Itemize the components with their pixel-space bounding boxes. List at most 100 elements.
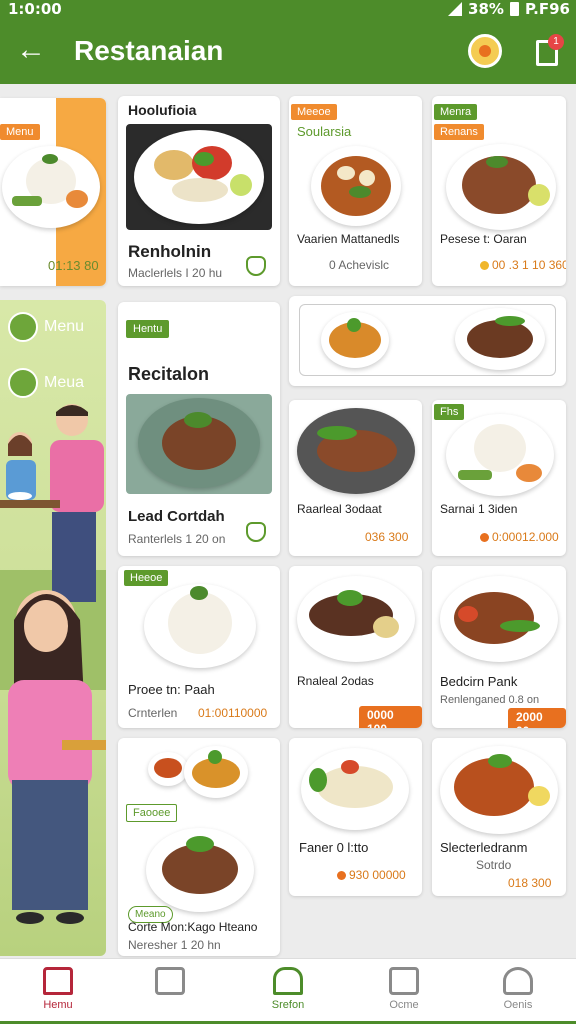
dish-tag: Menra bbox=[434, 104, 478, 120]
battery-icon bbox=[509, 2, 519, 16]
dish-tag: Heeoe bbox=[124, 570, 169, 586]
profile-icon bbox=[503, 967, 533, 995]
dish-subtitle: Ranterlels 1 20 on bbox=[128, 532, 226, 546]
dish-tag: Faooee bbox=[126, 804, 178, 822]
status-icons: 38% P.F96 bbox=[448, 0, 570, 18]
side-menu: Menu Meua bbox=[0, 300, 106, 956]
nav-profile[interactable]: Oenis bbox=[478, 967, 558, 1011]
dish-subtitle: Renlenganed 0.8 on bbox=[440, 694, 540, 706]
dish-name: Vaarien Mattanedls bbox=[297, 232, 400, 246]
menu-icon bbox=[8, 312, 38, 342]
beef-stirfry-image bbox=[455, 308, 545, 370]
nav-bag[interactable]: Ocme bbox=[364, 967, 444, 1011]
dish-name: Corte Mon:Kago Hteano bbox=[128, 920, 258, 934]
status-extra: P.F96 bbox=[524, 0, 570, 18]
noodle-plate-image bbox=[440, 746, 558, 834]
dish-photo bbox=[126, 124, 272, 230]
nav-label: Ocme bbox=[389, 999, 419, 1011]
side-menu-item-menu[interactable]: Menu bbox=[8, 312, 84, 342]
price-badge: 2000 00 bbox=[508, 708, 566, 728]
meat-plate-image bbox=[297, 408, 415, 494]
curry-bowl-image bbox=[311, 146, 401, 226]
dish-tag: Renans bbox=[434, 124, 484, 140]
featured-dishes-card[interactable] bbox=[289, 296, 566, 386]
sauce-bowl-image bbox=[148, 752, 188, 786]
rice-plate-image bbox=[144, 584, 256, 668]
dish-price: 930 00000 bbox=[337, 868, 406, 882]
rice-plate-image bbox=[446, 414, 554, 496]
dish-price: 036 300 bbox=[365, 530, 409, 544]
nav-list[interactable] bbox=[130, 967, 210, 999]
dish-name: Lead Cortdah bbox=[128, 508, 225, 525]
dish-name: Pesese t: Oaran bbox=[440, 232, 527, 246]
store-icon bbox=[273, 967, 303, 995]
side-menu-label: Meua bbox=[44, 374, 85, 391]
meat-plate-image bbox=[446, 144, 556, 230]
section-title: Recitalon bbox=[128, 364, 210, 384]
cart-badge: 1 bbox=[548, 34, 564, 50]
dish-card[interactable]: Rnaleal 2odas 0000 100 bbox=[289, 566, 422, 728]
dish-card[interactable]: Fhs Sarnai 1 3iden 0:00012.000 bbox=[432, 400, 566, 556]
bag-icon bbox=[389, 967, 419, 995]
salad-bowl-image bbox=[184, 746, 248, 798]
nav-label: Hemu bbox=[43, 999, 73, 1011]
dish-card[interactable]: Heeoe Proee tn: Paah Crnterlen 01:001100… bbox=[118, 566, 280, 728]
dish-name: Raarleal 3odaat bbox=[297, 502, 382, 516]
beef-vegetable-image bbox=[440, 576, 558, 662]
status-time: 1:0:00 bbox=[8, 0, 62, 18]
app-bar: ← Restanaian 1 bbox=[0, 20, 576, 84]
dish-name: Proee tn: Paah bbox=[128, 682, 215, 697]
leaf-icon[interactable] bbox=[246, 522, 266, 542]
dish-name: Rnaleal 2odas bbox=[297, 674, 374, 688]
rice-plate-image bbox=[2, 146, 100, 228]
dish-subtitle: Crnterlen bbox=[128, 706, 178, 720]
dish-price-text: 00 .3 1 10 360 bbox=[492, 258, 566, 272]
side-menu-item-meua[interactable]: Meua bbox=[8, 368, 84, 398]
dish-card[interactable]: Faooee Meano Corte Mon:Kago Hteano Neres… bbox=[118, 738, 280, 956]
signal-icon bbox=[448, 2, 463, 16]
dish-name: Slecterledranm bbox=[440, 840, 528, 855]
dish-subtitle: Neresher 1 20 hn bbox=[128, 938, 221, 952]
dish-card[interactable]: Bedcirn Pank Renlenganed 0.8 on 2000 00 bbox=[432, 566, 566, 728]
dish-price: 0:00012.000 bbox=[480, 530, 559, 544]
coin-icon bbox=[337, 871, 346, 881]
card-heading: Hoolufioia bbox=[128, 102, 197, 118]
dish-card[interactable]: Raarleal 3odaat 036 300 bbox=[289, 400, 422, 556]
flower-gear-icon[interactable] bbox=[468, 34, 502, 68]
dish-card[interactable]: Hoolufioia Renholnin Maclerlels I 20 hu bbox=[118, 96, 280, 286]
dish-category: Soularsia bbox=[297, 124, 352, 139]
dish-card[interactable]: Menra Renans Pesese t: Oaran 00 .3 1 10 … bbox=[432, 96, 566, 286]
status-bar: 1:0:00 38% P.F96 bbox=[0, 0, 576, 20]
dish-tag: Fhs bbox=[434, 404, 465, 420]
price-badge: 0000 100 bbox=[359, 706, 422, 728]
coin-icon bbox=[480, 261, 489, 271]
dish-price: 00 .3 1 10 360 bbox=[480, 258, 566, 272]
dish-name: Renholnin bbox=[128, 242, 212, 261]
battery-percent: 38% bbox=[468, 0, 504, 18]
grilled-meat-image bbox=[297, 576, 415, 662]
dish-tag: Hentu bbox=[126, 320, 170, 338]
dish-photo bbox=[126, 394, 272, 494]
dish-price: 018 300 bbox=[508, 876, 552, 890]
side-featured-card[interactable]: Menu 01:13 80 bbox=[0, 98, 106, 286]
dish-subtitle: Sotrdo bbox=[476, 858, 512, 872]
dish-card[interactable]: Hentu Recitalon Lead Cortdah Ranterlels … bbox=[118, 302, 280, 556]
page-title: Restanaian bbox=[74, 35, 224, 66]
nav-store[interactable]: Srefon bbox=[248, 967, 328, 1011]
dish-price-text: 0:00012.000 bbox=[492, 530, 559, 544]
dish-name: Faner 0 l:tto bbox=[299, 840, 369, 855]
dish-card[interactable]: Meeoe Soularsia Vaarien Mattanedls 0 Ach… bbox=[289, 96, 422, 286]
nav-home[interactable]: Hemu bbox=[18, 967, 98, 1011]
leaf-icon[interactable] bbox=[246, 256, 266, 276]
home-icon bbox=[43, 967, 73, 995]
beef-plate-image bbox=[146, 828, 254, 912]
dish-subtitle: 0 Achevislc bbox=[329, 258, 390, 272]
dish-card[interactable]: Slecterledranm Sotrdo 018 300 bbox=[432, 738, 566, 896]
dish-card[interactable]: Faner 0 l:tto 930 00000 bbox=[289, 738, 422, 896]
coin-icon bbox=[480, 533, 489, 543]
side-tag: Menu bbox=[0, 124, 40, 140]
bottom-navigation: Hemu Srefon Ocme Oenis bbox=[0, 958, 576, 1024]
dish-subtitle: Maclerlels I 20 hu bbox=[128, 266, 223, 280]
arrow-left-icon[interactable]: ← bbox=[16, 34, 46, 66]
dish-name: Bedcirn Pank bbox=[440, 674, 518, 689]
